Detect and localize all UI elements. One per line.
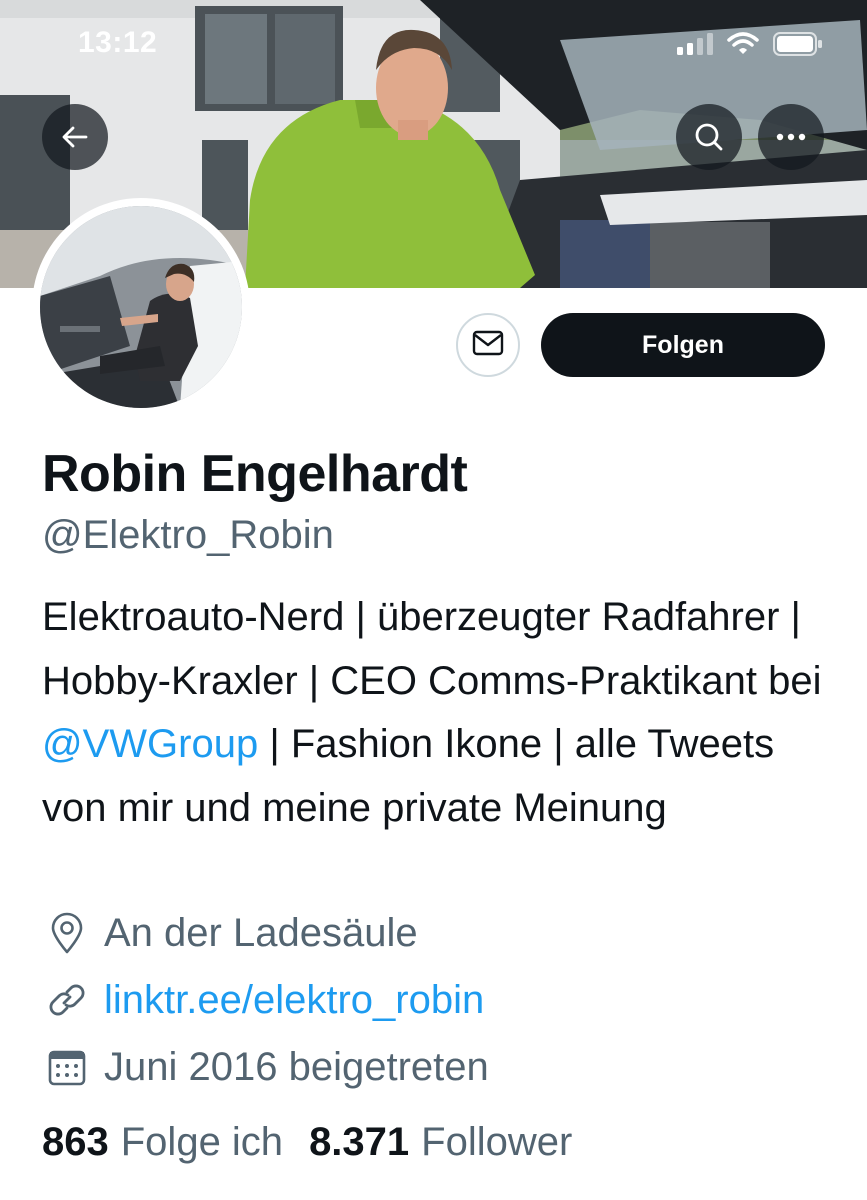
more-options-button[interactable]: [758, 104, 824, 170]
wifi-icon: [727, 32, 759, 56]
status-bar-time: 13:12: [78, 26, 158, 59]
location-text: An der Ladesäule: [104, 910, 418, 955]
avatar-photo: [40, 206, 242, 408]
cellular-signal-icon: [677, 33, 713, 55]
bio-mention-link[interactable]: @VWGroup: [42, 722, 258, 766]
link-icon: [44, 977, 90, 1023]
mail-icon: [472, 330, 504, 361]
profile-website[interactable]: linktr.ee/elektro_robin: [44, 977, 484, 1023]
arrow-left-icon: [60, 122, 90, 152]
search-button[interactable]: [676, 104, 742, 170]
message-button[interactable]: [456, 313, 520, 377]
more-horizontal-icon: [776, 133, 806, 141]
follow-stats: 863 Folge ich 8.371 Follower: [42, 1120, 572, 1165]
followers-count: 8.371: [309, 1120, 410, 1164]
search-icon: [693, 121, 725, 153]
following-stat[interactable]: 863 Folge ich: [42, 1120, 283, 1165]
profile-join-date: Juni 2016 beigetreten: [44, 1044, 489, 1090]
back-button[interactable]: [42, 104, 108, 170]
follow-button[interactable]: Folgen: [541, 313, 825, 377]
website-link[interactable]: linktr.ee/elektro_robin: [104, 978, 484, 1023]
profile-location: An der Ladesäule: [44, 910, 418, 956]
calendar-icon: [44, 1044, 90, 1090]
display-name: Robin Engelhardt: [42, 445, 468, 503]
user-handle: @Elektro_Robin: [42, 513, 334, 557]
location-pin-icon: [44, 910, 90, 956]
following-count: 863: [42, 1120, 109, 1164]
status-bar-icons: [677, 32, 823, 56]
profile-bio: Elektroauto-Nerd | überzeugter Radfahrer…: [42, 586, 842, 840]
join-date-text: Juni 2016 beigetreten: [104, 1044, 489, 1089]
avatar[interactable]: [32, 198, 250, 416]
followers-label: Follower: [421, 1120, 573, 1164]
bio-text-part1: Elektroauto-Nerd | überzeugter Radfahrer…: [42, 595, 822, 703]
followers-stat[interactable]: 8.371 Follower: [309, 1120, 572, 1165]
following-label: Folge ich: [120, 1120, 284, 1164]
battery-icon: [773, 32, 823, 56]
